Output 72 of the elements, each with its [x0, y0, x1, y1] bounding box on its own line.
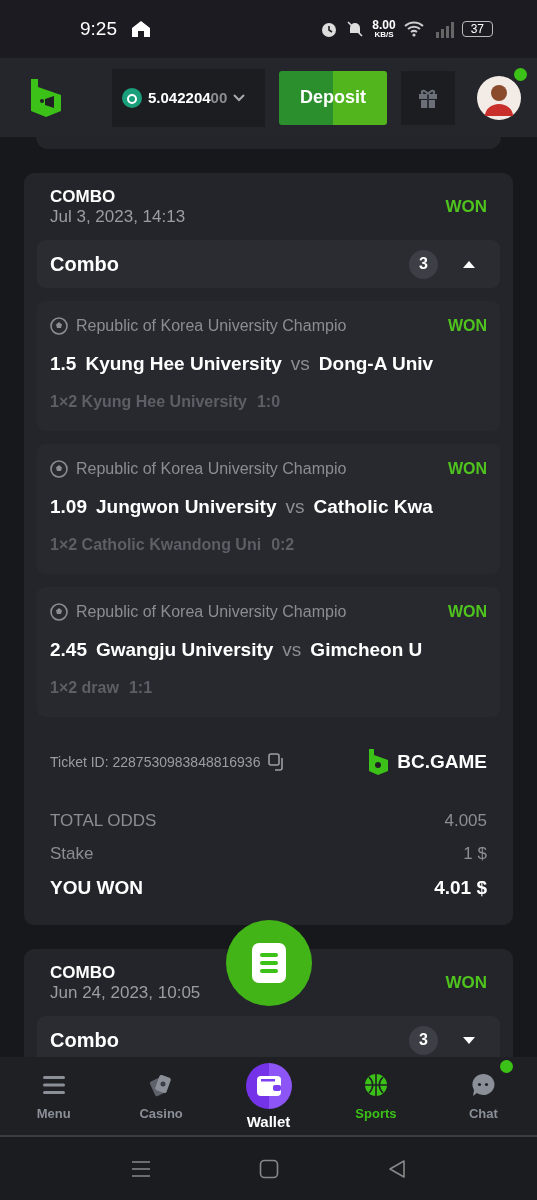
speed-unit: KB/S	[374, 31, 394, 39]
brand-logo-icon	[367, 748, 390, 776]
versus-label: vs	[290, 353, 310, 375]
wifi-icon	[403, 21, 426, 37]
muted-bell-icon	[346, 20, 365, 38]
home-icon	[131, 20, 151, 38]
home-button-icon[interactable]	[258, 1158, 279, 1179]
total-label: YOU WON	[50, 877, 143, 899]
battery-level: 37	[461, 21, 493, 37]
logo-icon	[28, 76, 64, 119]
combo-toggle[interactable]: Combo 3	[37, 1016, 500, 1057]
bet-date: Jul 3, 2023, 14:13	[50, 207, 187, 227]
brand-name: BC.GAME	[397, 751, 487, 773]
soccer-ball-icon	[50, 317, 68, 335]
ticket-id: Ticket ID: 2287530983848816936	[50, 754, 261, 770]
balance-selector[interactable]: 5.04220400	[112, 68, 265, 127]
selection-odds: 1.09	[50, 496, 87, 518]
avatar[interactable]	[477, 75, 521, 120]
home-team: Gwangju University	[96, 639, 274, 661]
versus-label: vs	[282, 639, 302, 661]
league-name: Republic of Korea University Champio	[76, 460, 348, 478]
total-label: Stake	[50, 844, 94, 864]
home-team: Jungwon University	[96, 496, 277, 518]
total-value: 4.005	[444, 811, 487, 831]
combo-toggle[interactable]: Combo 3	[37, 240, 500, 288]
coin-icon	[122, 87, 142, 108]
gift-button[interactable]	[401, 70, 455, 125]
league-name: Republic of Korea University Champio	[76, 603, 348, 621]
selection-status: WON	[447, 317, 487, 335]
league-name: Republic of Korea University Champio	[76, 317, 348, 335]
selection-odds: 1.5	[50, 353, 77, 375]
selection-count: 3	[409, 249, 438, 279]
nav-tab[interactable]: Wallet	[214, 1057, 323, 1135]
back-icon[interactable]	[386, 1158, 407, 1179]
menu-icon	[42, 1074, 65, 1095]
selection-status: WON	[447, 460, 487, 478]
combo-label: Combo	[50, 252, 120, 276]
basketball-icon	[363, 1072, 388, 1097]
deposit-button[interactable]: Deposit	[279, 70, 387, 125]
bet-type: COMBO	[50, 187, 117, 207]
versus-label: vs	[285, 496, 305, 518]
bet-type: COMBO	[50, 963, 117, 983]
total-label: TOTAL ODDS	[50, 811, 157, 831]
bet-status: WON	[445, 197, 487, 217]
balance-amount: 5.04220400	[148, 89, 228, 106]
soccer-ball-icon	[50, 603, 68, 621]
bet-status: WON	[445, 973, 487, 993]
selection-count: 3	[409, 1025, 438, 1055]
bet-date: Jun 24, 2023, 10:05	[50, 983, 202, 1003]
nav-tab[interactable]: Menu	[0, 1057, 108, 1135]
total-value: 1 $	[463, 844, 487, 864]
combo-label: Combo	[50, 1028, 120, 1052]
selection-odds: 2.45	[50, 639, 87, 661]
away-team: Catholic Kwa	[313, 496, 433, 518]
signal-icon	[433, 20, 454, 38]
network-speed: 8.00	[372, 19, 396, 31]
soccer-ball-icon	[50, 460, 68, 478]
chat-icon	[471, 1072, 496, 1097]
alarm-icon	[320, 20, 339, 38]
total-value: 4.01 $	[434, 877, 487, 899]
home-team: Kyung Hee University	[85, 353, 282, 375]
away-team: Gimcheon U	[310, 639, 423, 661]
nav-tab[interactable]: Sports	[322, 1057, 430, 1135]
recent-apps-icon[interactable]	[130, 1159, 151, 1178]
clock-time: 9:25	[80, 18, 117, 40]
nav-tab[interactable]: Chat	[429, 1057, 537, 1135]
selection-status: WON	[447, 603, 487, 621]
nav-tab[interactable]: Casino	[107, 1057, 215, 1135]
playing-cards-icon	[149, 1072, 174, 1097]
chevron-icon	[233, 93, 246, 102]
document-icon	[251, 942, 287, 984]
away-team: Dong-A Univ	[318, 353, 434, 375]
